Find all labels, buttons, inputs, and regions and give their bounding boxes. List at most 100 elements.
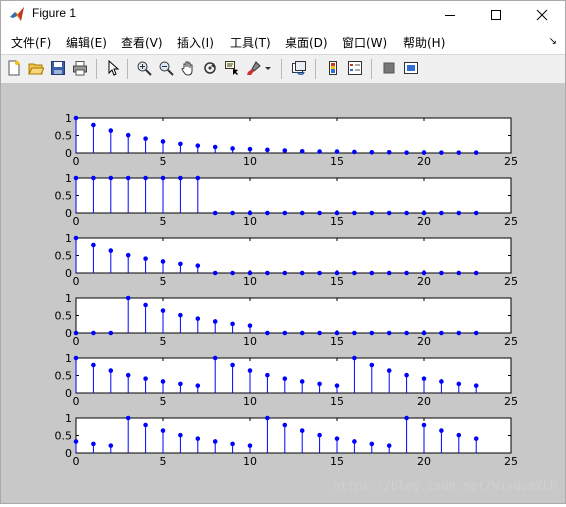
stem-marker	[212, 319, 218, 324]
x-tick-label: 0	[73, 455, 80, 468]
stem-marker	[160, 379, 166, 384]
stem-marker	[334, 149, 340, 154]
stem-marker	[91, 242, 96, 248]
print-button[interactable]	[71, 59, 89, 77]
stem-marker	[212, 144, 218, 150]
menu-file[interactable]: 文件(F)	[11, 34, 51, 51]
menu-window[interactable]: 窗口(W)	[342, 34, 387, 51]
stem-marker	[230, 146, 235, 151]
insert-colorbar-button[interactable]	[324, 59, 342, 77]
stem-marker	[456, 150, 462, 155]
stem-marker	[352, 210, 357, 216]
open-file-button[interactable]	[27, 59, 45, 77]
rotate-3d-button[interactable]	[201, 59, 219, 77]
y-tick-label: 0.5	[55, 190, 73, 203]
zoom-out-button[interactable]	[157, 59, 175, 77]
menu-insert[interactable]: 插入(I)	[177, 34, 214, 51]
brush-dropdown[interactable]	[263, 59, 273, 77]
edit-plot-button[interactable]	[104, 59, 122, 77]
stem-marker	[404, 372, 409, 378]
stem-marker	[247, 270, 253, 276]
x-tick-label: 20	[417, 455, 431, 468]
stem-marker	[91, 175, 96, 181]
x-tick-label: 15	[330, 395, 344, 408]
x-tick-label: 25	[504, 335, 518, 348]
stem-marker	[473, 330, 479, 336]
stem-marker	[125, 415, 131, 421]
x-tick-label: 10	[243, 335, 257, 348]
stem-marker	[247, 323, 253, 328]
x-tick-label: 5	[160, 395, 167, 408]
menu-edit[interactable]: 编辑(E)	[66, 34, 107, 51]
stem-marker	[299, 379, 305, 384]
brush-icon	[247, 61, 261, 75]
stem-marker	[317, 432, 322, 438]
stem-marker	[265, 270, 270, 276]
minimize-button[interactable]	[427, 1, 473, 28]
subplot-1: 0 5 10 15 20 2500.51	[55, 112, 519, 168]
stem-marker	[299, 428, 305, 433]
stem-marker	[456, 432, 462, 438]
insert-colorbar-icon	[329, 61, 337, 75]
stem-marker	[143, 175, 148, 181]
menu-help[interactable]: 帮助(H)	[403, 34, 445, 51]
stem-marker	[352, 149, 357, 155]
stem-marker	[212, 355, 218, 361]
stem-marker	[369, 150, 375, 155]
subplot-4: 0 5 10 15 20 2500.51	[55, 292, 519, 348]
stem-marker	[282, 148, 288, 153]
stem-marker	[265, 415, 270, 421]
show-plot-tools-button[interactable]	[402, 59, 420, 77]
hide-plot-tools-button[interactable]	[380, 59, 398, 77]
stem-marker	[143, 422, 148, 428]
menu-view[interactable]: 查看(V)	[121, 34, 163, 51]
menu-desktop[interactable]: 桌面(D)	[285, 34, 328, 51]
stem-marker	[195, 175, 201, 181]
stem-marker	[178, 261, 183, 267]
stem-marker	[386, 150, 392, 155]
stem-marker	[439, 330, 444, 336]
stem-marker	[334, 436, 340, 441]
stem-marker	[473, 210, 479, 216]
stem-marker	[456, 330, 462, 336]
stem-marker	[108, 175, 114, 181]
stem-marker	[421, 150, 427, 155]
pan-button[interactable]	[179, 59, 197, 77]
brush-button[interactable]	[245, 59, 263, 77]
save-button[interactable]	[49, 59, 67, 77]
figure-canvas[interactable]: 0 5 10 15 20 25 0 0.5 1 0 5 10 15 20 25 0 0.5 1 0 5 10 15 20 25…	[1, 83, 565, 503]
zoom-in-button[interactable]	[135, 59, 153, 77]
hide-plot-tools-icon	[383, 62, 395, 74]
new-figure-button[interactable]	[5, 59, 23, 77]
stem-marker	[421, 210, 427, 216]
stem-marker	[439, 210, 444, 216]
insert-legend-button[interactable]	[346, 59, 364, 77]
stem-marker	[230, 321, 235, 327]
stem-marker	[143, 256, 148, 261]
stem-marker	[143, 376, 148, 381]
data-cursor-button[interactable]	[223, 59, 241, 77]
toolbar-separator	[371, 59, 372, 79]
menu-tools[interactable]: 工具(T)	[230, 34, 271, 51]
close-button[interactable]	[519, 1, 565, 28]
y-tick-label: 0	[65, 207, 72, 220]
y-tick-label: 1	[65, 292, 72, 305]
zoom-in-icon	[137, 61, 152, 76]
link-plot-button[interactable]	[290, 59, 308, 77]
stem-marker	[352, 330, 357, 336]
stem-marker	[108, 128, 114, 133]
stem-marker	[299, 148, 305, 154]
maximize-button[interactable]	[473, 1, 519, 28]
stem-marker	[421, 330, 427, 336]
stem-marker	[404, 330, 409, 336]
open-file-icon	[28, 63, 44, 75]
figure-toolbar	[1, 54, 565, 84]
menu-overflow-icon[interactable]: ↘	[549, 36, 557, 47]
y-tick-label: 0.5	[55, 130, 73, 143]
stem-marker	[299, 270, 305, 276]
title-bar[interactable]: Figure 1	[1, 1, 565, 28]
maximize-icon	[491, 9, 501, 20]
stem-marker	[91, 441, 96, 447]
x-tick-label: 20	[417, 155, 431, 168]
stem-marker	[212, 270, 218, 276]
